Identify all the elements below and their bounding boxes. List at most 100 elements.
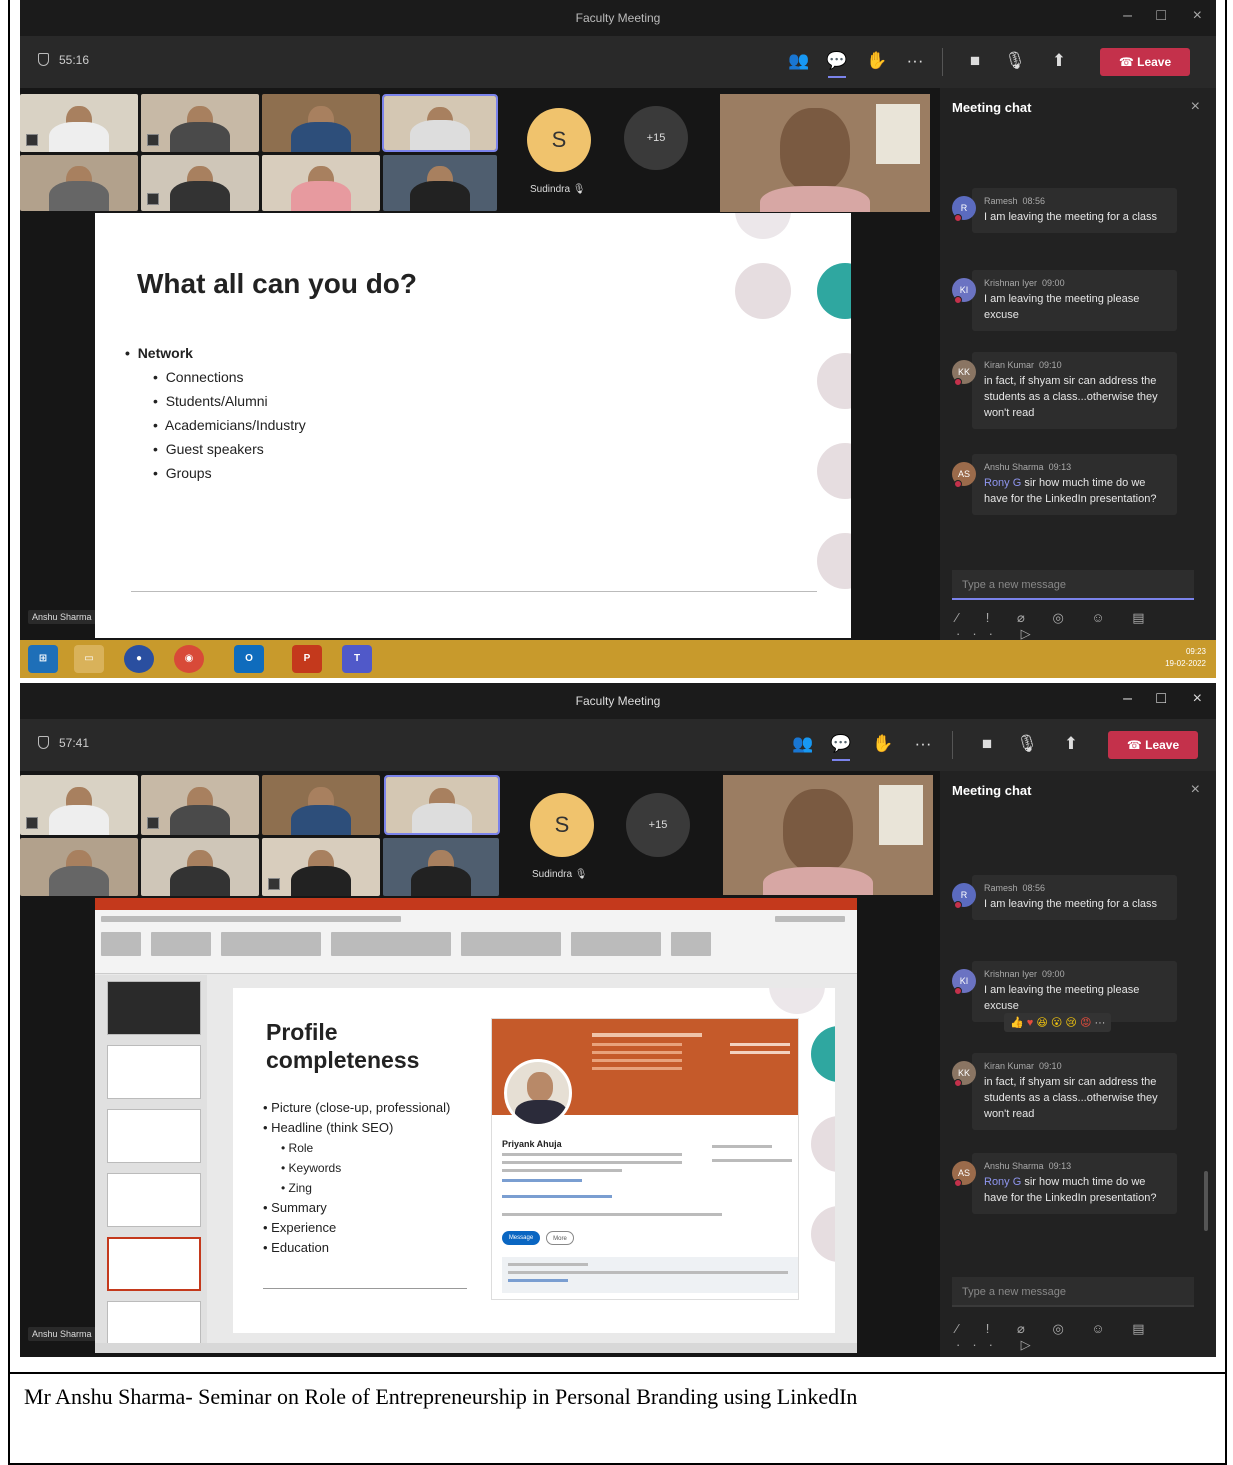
teams-icon[interactable]: T xyxy=(342,645,372,673)
participant-avatar[interactable]: S xyxy=(530,793,594,857)
leave-button[interactable]: ☎ Leave xyxy=(1108,731,1198,759)
participant-tile-active-speaker[interactable] xyxy=(384,775,500,835)
participant-tile[interactable] xyxy=(141,94,259,152)
slide-bullets: • Picture (close-up, professional) • Hea… xyxy=(263,1098,450,1258)
participants-icon[interactable]: 👥 xyxy=(792,733,814,755)
participant-tile[interactable] xyxy=(141,838,259,896)
participant-name: Sudindra 🎙 xyxy=(530,184,586,195)
more-actions-icon[interactable]: ··· xyxy=(912,733,934,755)
chrome-icon[interactable]: ◉ xyxy=(174,645,204,673)
chat-icon[interactable]: 💬 xyxy=(826,50,848,78)
chat-title: Meeting chat xyxy=(952,100,1032,115)
participant-tile[interactable] xyxy=(262,94,380,152)
slide-footer-line xyxy=(131,591,817,592)
speaker-video xyxy=(720,94,930,212)
slide-bullets: • Network • Connections • Students/Alumn… xyxy=(125,341,306,485)
share-screen-icon[interactable]: ⬆ xyxy=(1048,50,1070,72)
slide-thumbnail-current[interactable] xyxy=(107,1237,201,1291)
reactions-icon[interactable]: ✋ xyxy=(866,50,888,72)
meeting-timer: 55:16 xyxy=(38,53,89,67)
meeting-chat-panel: Meeting chat × Ramesh 08:56 I am leaving … xyxy=(940,771,1216,1357)
slide-thumbnail-pane xyxy=(95,975,207,1353)
close-icon[interactable]: × xyxy=(1193,7,1202,25)
photo-caption: Mr Anshu Sharma- Seminar on Role of Entr… xyxy=(8,1372,1227,1465)
window-title: Faculty Meeting xyxy=(575,11,661,25)
participant-tile[interactable] xyxy=(383,838,499,896)
maximize-icon[interactable]: □ xyxy=(1156,690,1166,708)
ppt-title-bar xyxy=(95,898,857,910)
participant-tile[interactable] xyxy=(20,94,138,152)
close-chat-icon[interactable]: × xyxy=(1191,781,1200,799)
media-player-icon[interactable]: ● xyxy=(124,645,154,673)
participant-tile[interactable] xyxy=(20,775,138,835)
reactions-icon[interactable]: ✋ xyxy=(872,733,894,755)
minimize-icon[interactable]: – xyxy=(1123,690,1132,708)
slide-thumbnail[interactable] xyxy=(107,1045,201,1099)
share-screen-icon[interactable]: ⬆ xyxy=(1060,733,1082,755)
ppt-ribbon[interactable] xyxy=(95,910,857,974)
bullet: • Academicians/Industry xyxy=(153,417,306,433)
mic-icon[interactable]: 🎙 xyxy=(1004,50,1026,72)
system-clock: 09:23 19-02-2022 xyxy=(1165,647,1206,668)
decor-circle xyxy=(817,443,851,499)
slide-thumbnail[interactable] xyxy=(107,1109,201,1163)
participant-tile[interactable] xyxy=(20,155,138,211)
shield-icon xyxy=(38,736,49,749)
participant-tile[interactable] xyxy=(262,838,380,896)
camera-icon[interactable]: ■ xyxy=(964,50,986,72)
compose-tools[interactable]: ⁄ ! ⌀ ◎ ☺ ▤ ··· ▷ xyxy=(956,1321,1196,1353)
window-title: Faculty Meeting xyxy=(575,694,661,708)
participant-tile[interactable] xyxy=(141,775,259,835)
minimize-icon[interactable]: – xyxy=(1123,7,1132,25)
slide-thumbnail[interactable] xyxy=(107,1173,201,1227)
participant-tile[interactable] xyxy=(383,155,497,211)
chat-compose-input[interactable]: Type a new message xyxy=(952,570,1194,600)
outlook-icon[interactable]: O xyxy=(234,645,264,673)
bullet: • Connections xyxy=(153,369,244,385)
file-explorer-icon[interactable]: ▭ xyxy=(74,645,104,673)
decor-circle xyxy=(811,1206,835,1262)
shared-slide: What all can you do? • Network • Connect… xyxy=(95,213,851,638)
more-participants-badge[interactable]: +15 xyxy=(624,106,688,170)
bullet: • Guest speakers xyxy=(153,441,264,457)
decor-circle xyxy=(811,1116,835,1172)
maximize-icon[interactable]: □ xyxy=(1156,7,1166,25)
sub-bullet: • Keywords xyxy=(281,1161,342,1175)
chat-icon[interactable]: 💬 xyxy=(830,733,852,761)
title-bar: Faculty Meeting – □ × xyxy=(20,0,1216,36)
decor-circle-teal xyxy=(811,1026,835,1082)
ppt-status-bar xyxy=(95,1343,857,1353)
sender-avatar: KI xyxy=(952,278,976,304)
mic-icon[interactable]: 🎙 xyxy=(1016,733,1038,755)
document-page: Faculty Meeting – □ × 55:16 👥 💬 ✋ ··· ■ … xyxy=(0,0,1233,1465)
participant-tile[interactable] xyxy=(262,155,380,211)
participant-tile-active-speaker[interactable] xyxy=(382,94,498,152)
camera-icon[interactable]: ■ xyxy=(976,733,998,755)
participants-icon[interactable]: 👥 xyxy=(788,50,810,72)
sender-avatar: KK xyxy=(952,360,976,386)
slide-footer-line xyxy=(263,1288,467,1289)
presenter-name-tag: Anshu Sharma xyxy=(28,1327,96,1341)
participant-tile[interactable] xyxy=(141,155,259,211)
participant-avatar[interactable]: S xyxy=(527,108,591,172)
slide-title: Profile completeness xyxy=(266,1019,420,1073)
reaction-bar[interactable]: 👍 ♥ 😆 😮 😢 😡 ··· xyxy=(1004,1013,1112,1032)
participant-tile[interactable] xyxy=(262,775,380,835)
leave-button[interactable]: ☎ Leave xyxy=(1100,48,1190,76)
windows-taskbar: ⊞ ▭ ● ◉ O P T 09:23 19-02-2022 xyxy=(20,640,1216,678)
slide-thumbnail[interactable] xyxy=(107,981,201,1035)
compose-tools[interactable]: ⁄ ! ⌀ ◎ ☺ ▤ ··· ▷ xyxy=(956,610,1196,642)
participant-tile[interactable] xyxy=(20,838,138,896)
powerpoint-icon[interactable]: P xyxy=(292,645,322,673)
sender-avatar: KK xyxy=(952,1061,976,1087)
more-participants-badge[interactable]: +15 xyxy=(626,793,690,857)
close-icon[interactable]: × xyxy=(1193,690,1202,708)
start-button-icon[interactable]: ⊞ xyxy=(28,645,58,673)
decor-circle xyxy=(735,263,791,319)
meeting-chat-panel: Meeting chat × Ramesh 08:56 I am leaving … xyxy=(940,88,1216,642)
meeting-toolbar: 57:41 👥 💬 ✋ ··· ■ 🎙 ⬆ ☎ Leave xyxy=(20,719,1216,771)
chat-scrollbar[interactable] xyxy=(1204,1171,1208,1231)
chat-compose-input[interactable]: Type a new message xyxy=(952,1277,1194,1307)
more-actions-icon[interactable]: ··· xyxy=(904,50,926,72)
close-chat-icon[interactable]: × xyxy=(1191,98,1200,116)
